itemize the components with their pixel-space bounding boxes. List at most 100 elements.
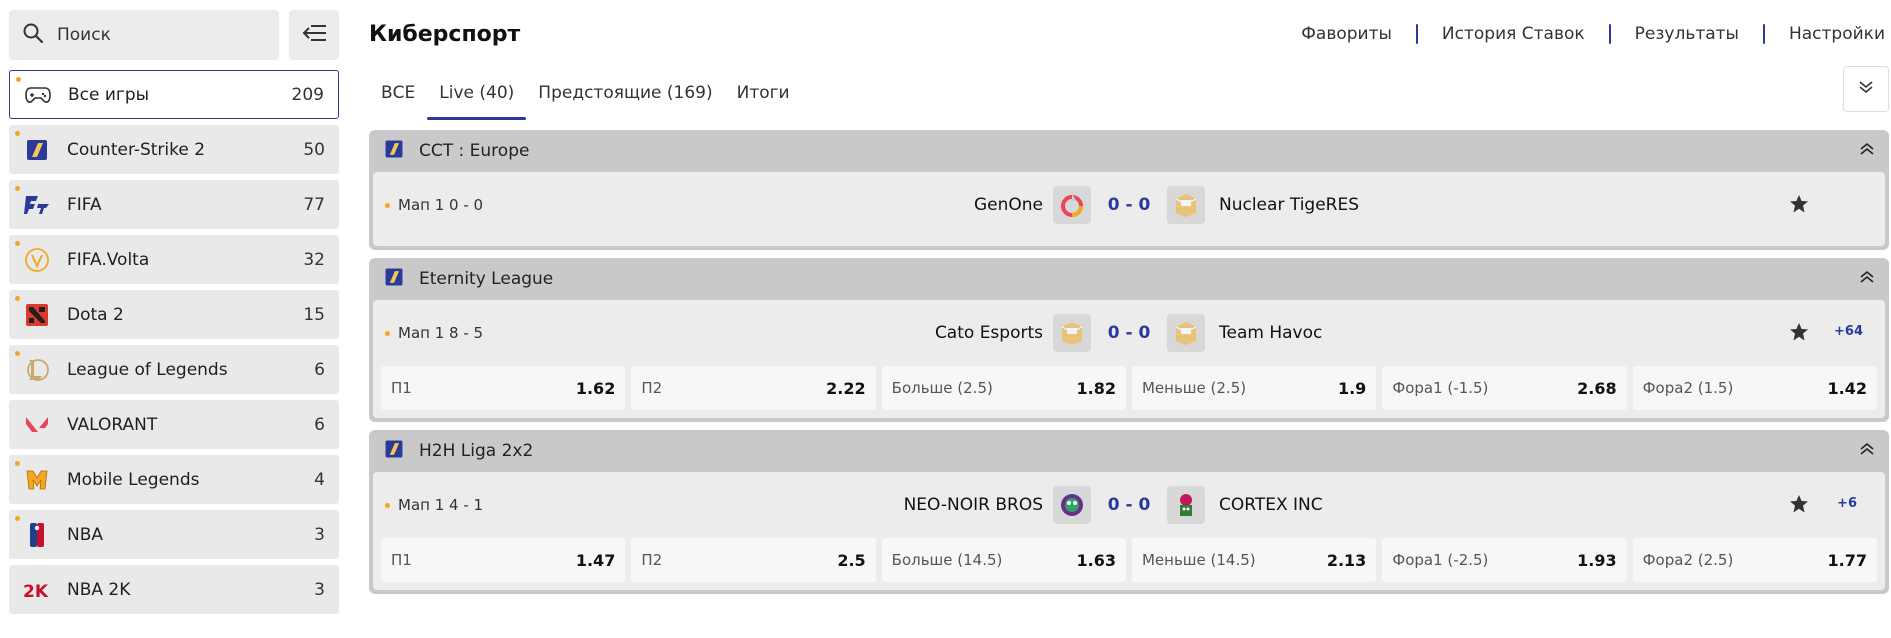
nav-results[interactable]: Результаты [1611,24,1763,44]
sidebar-item-fifa-volta[interactable]: FIFA.Volta 32 [9,235,339,284]
collapse-sidebar-button[interactable] [289,10,339,60]
game-label: VALORANT [67,414,158,435]
odd-button[interactable]: Фора2 (1.5) 1.42 [1632,366,1877,410]
expand-all-button[interactable] [1843,66,1889,112]
odd-button[interactable]: П1 1.62 [381,366,626,410]
tournament-header[interactable]: H2H Liga 2x2 [373,430,1885,472]
odd-label: Больше (14.5) [891,551,1003,569]
live-dot [15,241,20,246]
map-info: Мап 1 4 - 1 [381,496,745,514]
match-row: Мап 1 0 - 0 GenOne 0 - 0 Nuclear TigeRES [381,172,1877,238]
tournament-list: CCT : Europe Мап 1 0 - 0 GenOne 0 - 0 Nu… [369,130,1889,594]
sidebar-item-mobile-legends[interactable]: Mobile Legends 4 [9,455,339,504]
double-chevron-up-icon[interactable] [1859,141,1875,161]
map-info: Мап 1 8 - 5 [381,324,745,342]
map-score: 0 - 0 [449,196,484,214]
team2-logo [1167,486,1205,524]
search-input[interactable] [55,24,259,46]
odd-label: Фора1 (-1.5) [1392,379,1489,397]
tournament-header[interactable]: Eternity League [373,258,1885,300]
odd-button[interactable]: Фора2 (2.5) 1.77 [1632,538,1877,582]
odd-button[interactable]: П2 2.5 [631,538,876,582]
live-dot [15,296,20,301]
sidebar-item-counter-strike-2[interactable]: Counter-Strike 2 50 [9,125,339,174]
map-info: Мап 1 0 - 0 [381,196,745,214]
sidebar-item-nba-2k[interactable]: 2K NBA 2K 3 [9,565,339,614]
tab-live[interactable]: Live (40) [427,68,527,120]
search-icon [23,23,44,47]
gamepad-icon [24,81,52,109]
game-count: 77 [303,194,325,215]
nav-bet-history[interactable]: История Ставок [1418,24,1609,44]
map-label: Мап 1 [398,324,445,342]
favorite-star-icon[interactable] [1789,194,1809,218]
odd-label: Фора2 (2.5) [1642,551,1734,569]
sidebar-item-nba[interactable]: NBA 3 [9,510,339,559]
odd-button[interactable]: П1 1.47 [381,538,626,582]
odd-value: 1.82 [1076,378,1116,398]
sidebar-item-all-games[interactable]: Все игры 209 [9,70,339,119]
double-chevron-up-icon[interactable] [1859,269,1875,289]
tournament-name: Eternity League [419,269,554,289]
sidebar-item-league-of-legends[interactable]: League of Legends 6 [9,345,339,394]
page-title: Киберспорт [369,21,521,47]
team2-logo [1167,314,1205,352]
live-dot [385,202,390,208]
sidebar-item-fifa[interactable]: FIFA 77 [9,180,339,229]
live-dot [15,131,20,136]
team1-logo [1053,314,1091,352]
more-markets-link[interactable]: +6 [1837,496,1857,511]
nav-favorites[interactable]: Фавориты [1277,24,1416,44]
game-label: Dota 2 [67,304,124,325]
match-card[interactable]: Мап 1 4 - 1 NEO-NOIR BROS 0 - 0 CORTEX I… [373,472,1885,590]
odd-button[interactable]: П2 2.22 [631,366,876,410]
game-count: 209 [291,84,324,105]
search-box[interactable] [9,10,279,60]
game-count: 15 [303,304,325,325]
favorite-star-icon[interactable] [1789,322,1809,346]
tournament-name: H2H Liga 2x2 [419,441,534,461]
fifa-volta-icon [23,246,51,274]
fifa-icon [23,191,51,219]
league-of-legends-icon [23,356,51,384]
team1-logo [1053,186,1091,224]
odd-value: 1.63 [1076,550,1116,570]
counter-strike-icon [23,136,51,164]
game-count: 50 [303,139,325,160]
odd-button[interactable]: Фора1 (-2.5) 1.93 [1382,538,1627,582]
more-markets-link[interactable]: +64 [1834,324,1863,339]
odd-value: 1.62 [575,378,616,398]
odds-row: П1 1.62 П2 2.22 Больше (2.5) 1.82 Меньше (2… [381,366,1877,410]
team2-logo [1167,186,1205,224]
live-dot [15,516,20,521]
tab-all[interactable]: ВСЕ [369,68,427,118]
nba-icon [23,521,51,549]
odd-label: П1 [391,551,412,569]
odd-button[interactable]: Меньше (2.5) 1.9 [1131,366,1377,410]
game-count: 32 [303,249,325,270]
tab-results[interactable]: Итоги [725,68,802,118]
odd-value: 1.42 [1827,378,1867,398]
match-card[interactable]: Мап 1 0 - 0 GenOne 0 - 0 Nuclear TigeRES [373,172,1885,246]
nav-settings[interactable]: Настройки [1765,24,1889,44]
game-label: FIFA [67,194,102,215]
tab-upcoming[interactable]: Предстоящие (169) [526,68,724,118]
game-count: 6 [314,359,325,380]
odd-button[interactable]: Меньше (14.5) 2.13 [1131,538,1377,582]
double-chevron-up-icon[interactable] [1859,441,1875,461]
match-card[interactable]: Мап 1 8 - 5 Cato Esports 0 - 0 Team Havo… [373,300,1885,418]
odd-button[interactable]: Больше (14.5) 1.63 [881,538,1126,582]
tournament-header[interactable]: CCT : Europe [373,130,1885,172]
game-label: NBA [67,524,104,545]
game-count: 3 [314,524,325,545]
sidebar-item-dota-2[interactable]: Dota 2 15 [9,290,339,339]
favorite-star-icon[interactable] [1789,494,1809,518]
svg-text:2K: 2K [23,582,49,600]
map-label: Мап 1 [398,196,445,214]
mobile-legends-icon [23,466,51,494]
map-label: Мап 1 [398,496,445,514]
map-score: 8 - 5 [449,324,484,342]
odd-button[interactable]: Фора1 (-1.5) 2.68 [1382,366,1627,410]
odd-button[interactable]: Больше (2.5) 1.82 [881,366,1126,410]
sidebar-item-valorant[interactable]: VALORANT 6 [9,400,339,449]
